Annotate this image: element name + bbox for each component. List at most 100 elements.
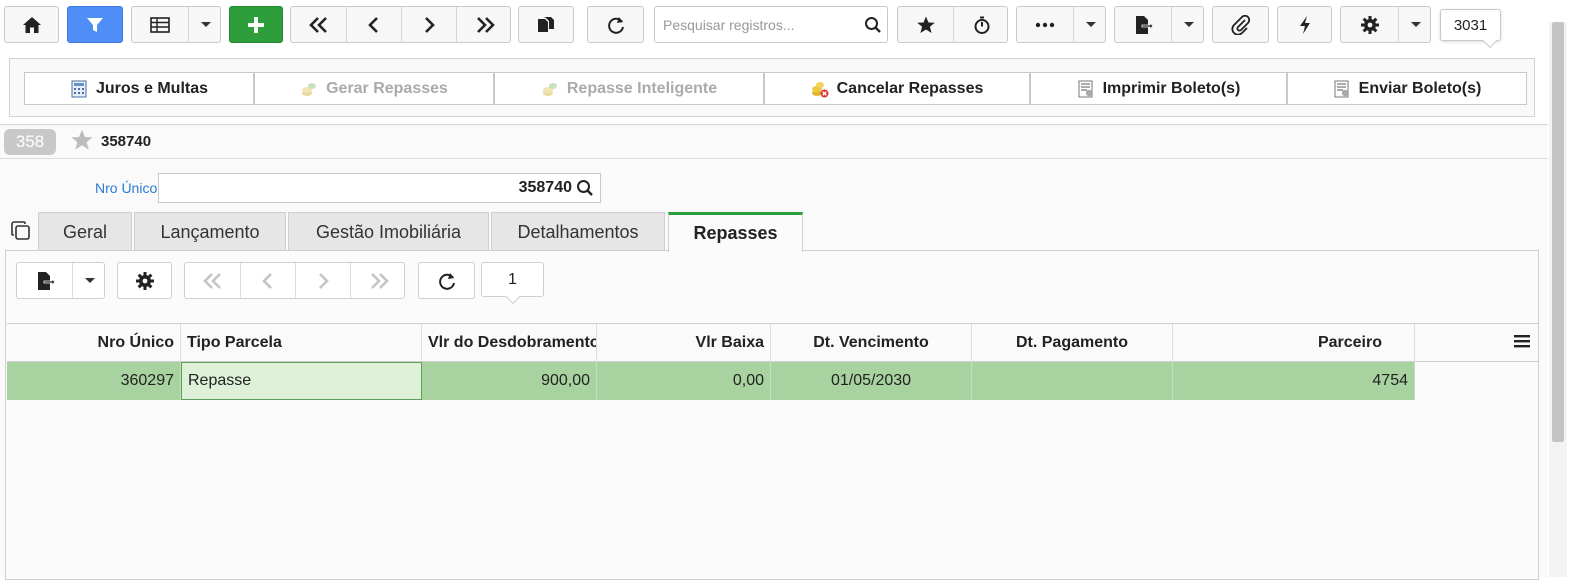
add-button[interactable] — [229, 6, 283, 43]
search-icon[interactable] — [859, 16, 887, 34]
chevron-down-icon — [84, 278, 95, 283]
grid-export-button[interactable] — [16, 262, 105, 299]
cancelar-repasses-button[interactable]: Cancelar Repasses — [764, 72, 1030, 105]
duplicate-button[interactable] — [518, 6, 574, 43]
chevron-right-icon — [425, 16, 435, 33]
coins-cancel-icon — [811, 81, 829, 97]
ellipsis-icon — [1035, 22, 1055, 27]
scrollbar-thumb[interactable] — [1552, 22, 1564, 442]
column-header-nro-unico[interactable]: Nro Único — [7, 324, 181, 362]
column-header-tipo-parcela[interactable]: Tipo Parcela — [181, 324, 422, 362]
grid-export-segment[interactable] — [17, 263, 72, 298]
settings-dropdown[interactable] — [1399, 7, 1432, 42]
gear-icon — [1360, 15, 1379, 34]
favorite-button[interactable] — [898, 7, 953, 42]
chevron-down-icon — [1085, 22, 1096, 27]
cell-nro-unico[interactable]: 360297 — [7, 362, 181, 400]
cell-tipo-parcela[interactable]: Repasse — [181, 362, 422, 400]
search-input[interactable] — [661, 15, 859, 34]
grid-refresh-button[interactable] — [418, 262, 475, 299]
settings-segment[interactable] — [1341, 7, 1398, 42]
chevron-right-icon — [319, 272, 329, 289]
export-dropdown[interactable] — [1172, 7, 1205, 42]
cell-dt-vencimento[interactable]: 01/05/2030 — [771, 362, 972, 400]
quick-action-button[interactable] — [1277, 6, 1332, 43]
coins-icon — [542, 82, 557, 96]
refresh-button[interactable] — [587, 6, 644, 43]
settings-button[interactable] — [1340, 6, 1431, 43]
filter-icon — [87, 17, 103, 32]
nro-unico-label: Nro Único: — [95, 180, 162, 196]
grid-export-dropdown[interactable] — [73, 263, 106, 298]
grid-view-button[interactable] — [131, 6, 221, 43]
double-chevron-right-icon — [476, 16, 495, 33]
double-chevron-right-icon — [370, 272, 389, 289]
copy-icon — [538, 16, 554, 32]
boleto-print-icon — [1078, 80, 1093, 97]
search-field[interactable] — [654, 6, 888, 43]
cell-vlr-baixa[interactable]: 0,00 — [597, 362, 771, 400]
next-record-button[interactable] — [402, 7, 456, 42]
record-navigation — [290, 6, 511, 43]
chevron-left-icon — [262, 272, 272, 289]
chevron-left-icon — [368, 16, 378, 33]
home-button[interactable] — [4, 6, 59, 43]
grid-first-page-button[interactable] — [185, 263, 240, 298]
grid-pagination — [184, 262, 405, 299]
vertical-scrollbar[interactable] — [1549, 22, 1567, 577]
table-icon — [150, 16, 170, 33]
last-record-button[interactable] — [457, 7, 512, 42]
column-header-dt-pagamento[interactable]: Dt. Pagamento — [972, 324, 1173, 362]
tab-geral[interactable]: Geral — [38, 212, 132, 251]
juros-multas-button[interactable]: Juros e Multas — [24, 72, 254, 105]
grid-settings-button[interactable] — [117, 262, 172, 299]
repasse-inteligente-button[interactable]: Repasse Inteligente — [494, 72, 764, 105]
grid-next-page-button[interactable] — [296, 263, 350, 298]
enviar-boleto-label: Enviar Boleto(s) — [1358, 79, 1482, 97]
file-export-icon — [1136, 15, 1153, 34]
column-header-vlr-baixa[interactable]: Vlr Baixa — [597, 324, 771, 362]
first-record-button[interactable] — [291, 7, 346, 42]
column-header-parceiro[interactable]: Parceiro — [1173, 324, 1415, 362]
cell-dt-pagamento[interactable] — [972, 362, 1173, 400]
copy-outline-icon[interactable] — [10, 220, 32, 242]
juros-multas-label: Juros e Multas — [95, 79, 209, 97]
calculator-icon — [71, 80, 87, 97]
table-row[interactable]: 360297 Repasse 900,00 0,00 01/05/2030 47… — [7, 362, 1415, 400]
cancelar-repasses-label: Cancelar Repasses — [836, 79, 984, 97]
gerar-repasses-button[interactable]: Gerar Repasses — [254, 72, 494, 105]
grid-previous-page-button[interactable] — [241, 263, 295, 298]
repasse-inteligente-label: Repasse Inteligente — [566, 79, 718, 97]
tab-lancamento[interactable]: Lançamento — [134, 212, 286, 251]
more-options-dropdown[interactable] — [1074, 7, 1107, 42]
table-view-segment[interactable] — [132, 7, 188, 42]
grid-last-page-button[interactable] — [351, 263, 406, 298]
timer-button[interactable] — [954, 7, 1009, 42]
imprimir-boleto-button[interactable]: Imprimir Boleto(s) — [1030, 72, 1287, 105]
double-chevron-left-icon — [202, 272, 221, 289]
nro-unico-value: 358740 — [518, 179, 572, 196]
filter-button[interactable] — [67, 6, 123, 43]
column-header-dt-vencimento[interactable]: Dt. Vencimento — [771, 324, 972, 362]
cell-vlr-desdobramento[interactable]: 900,00 — [422, 362, 597, 400]
attachment-button[interactable] — [1212, 6, 1269, 43]
star-outline-icon[interactable] — [70, 128, 94, 152]
export-button[interactable] — [1114, 6, 1204, 43]
cell-parceiro[interactable]: 4754 — [1173, 362, 1415, 400]
tab-repasses[interactable]: Repasses — [668, 212, 803, 252]
column-header-vlr-desdobramento[interactable]: Vlr do Desdobramento — [422, 324, 597, 362]
chevron-down-icon — [1183, 22, 1194, 27]
search-icon[interactable] — [576, 179, 594, 197]
more-options-segment[interactable] — [1017, 7, 1073, 42]
enviar-boleto-button[interactable]: Enviar Boleto(s) — [1287, 72, 1527, 105]
more-options-button[interactable] — [1016, 6, 1106, 43]
tab-gestao-imobiliaria[interactable]: Gestão Imobiliária — [288, 212, 489, 251]
stopwatch-icon — [974, 16, 989, 34]
previous-record-button[interactable] — [347, 7, 401, 42]
export-segment[interactable] — [1115, 7, 1171, 42]
tab-detalhamentos[interactable]: Detalhamentos — [491, 212, 665, 251]
view-dropdown[interactable] — [189, 7, 222, 42]
refresh-icon — [607, 16, 624, 34]
column-menu-icon[interactable] — [1513, 333, 1531, 352]
nro-unico-field[interactable]: 358740 — [158, 173, 601, 203]
